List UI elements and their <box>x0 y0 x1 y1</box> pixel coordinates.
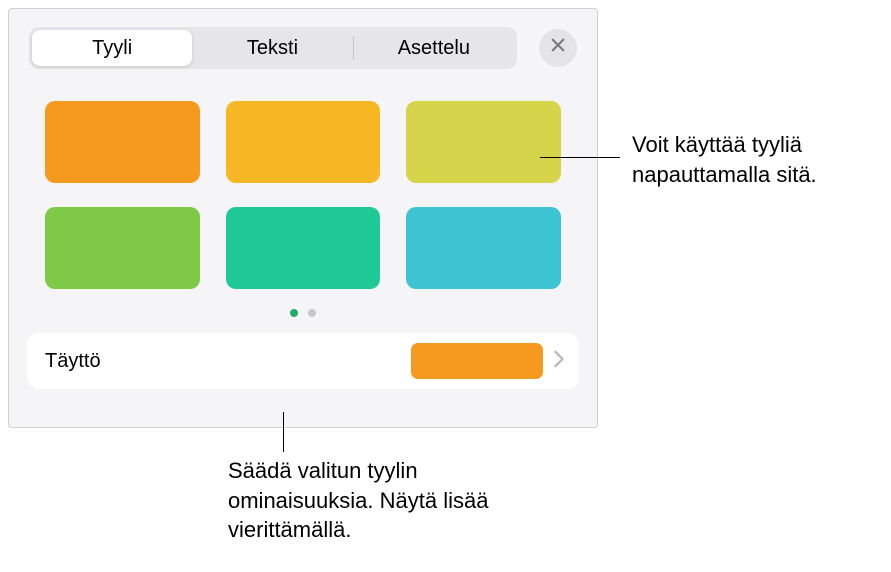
callout-line <box>283 412 284 452</box>
fill-right-group <box>411 343 565 379</box>
style-swatch-cyan[interactable] <box>406 207 561 289</box>
fill-row[interactable]: Täyttö <box>27 333 579 389</box>
callout-tap-style: Voit käyttää tyyliä napauttamalla sitä. <box>632 130 882 189</box>
tab-text[interactable]: Teksti <box>192 30 352 66</box>
chevron-right-icon <box>553 350 565 373</box>
page-dot-2[interactable] <box>308 309 316 317</box>
format-popover: Tyyli Teksti Asettelu Täyttö <box>8 8 598 428</box>
style-swatch-teal[interactable] <box>226 207 381 289</box>
style-swatch-amber[interactable] <box>226 101 381 183</box>
tab-layout[interactable]: Asettelu <box>354 30 514 66</box>
page-dot-1[interactable] <box>290 309 298 317</box>
style-swatch-orange[interactable] <box>45 101 200 183</box>
page-indicator <box>9 301 597 327</box>
style-swatch-grid <box>9 79 597 301</box>
callout-line <box>540 157 620 158</box>
callout-adjust-properties: Säädä valitun tyylin ominaisuuksia. Näyt… <box>228 456 548 545</box>
tab-segmented-control: Tyyli Teksti Asettelu <box>29 27 517 69</box>
style-swatch-olive[interactable] <box>406 101 561 183</box>
tab-style[interactable]: Tyyli <box>32 30 192 66</box>
close-button[interactable] <box>539 29 577 67</box>
topbar: Tyyli Teksti Asettelu <box>9 9 597 79</box>
fill-label: Täyttö <box>45 350 101 373</box>
style-swatch-green[interactable] <box>45 207 200 289</box>
fill-color-preview <box>411 343 543 379</box>
close-icon <box>549 36 567 60</box>
